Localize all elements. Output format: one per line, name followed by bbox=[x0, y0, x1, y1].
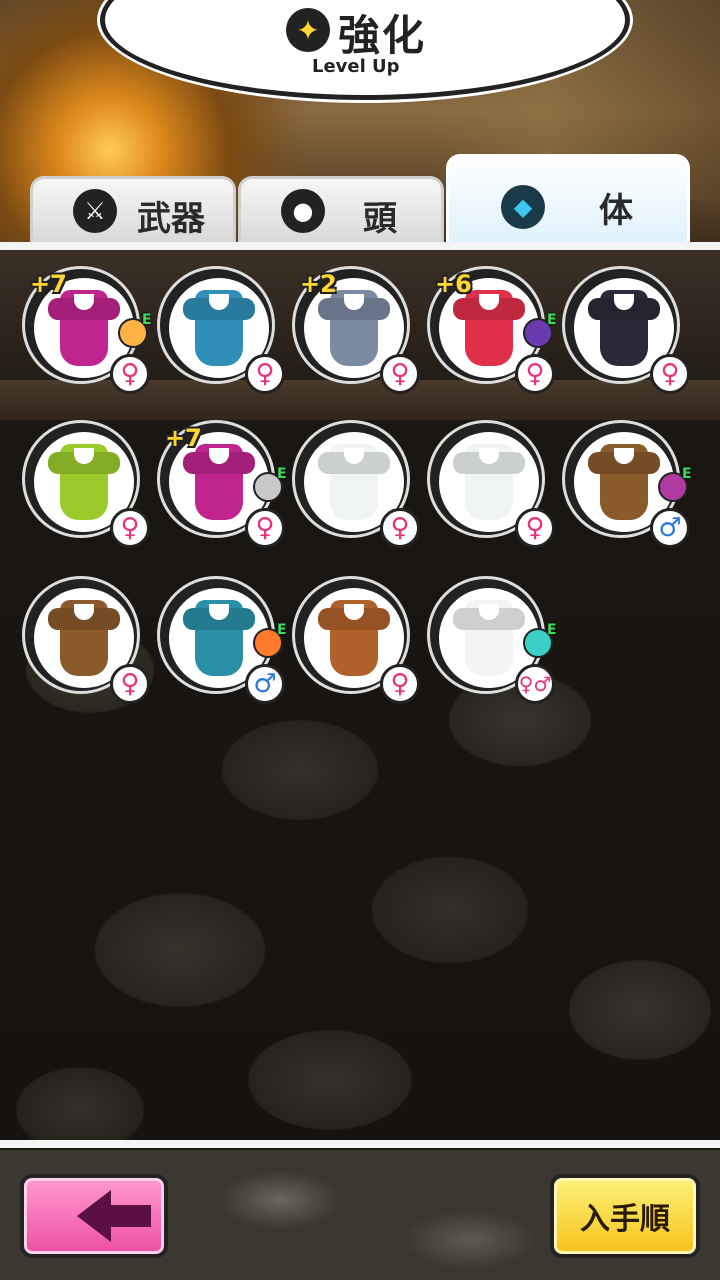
tab-weapon[interactable]: ⚔ 武器 bbox=[30, 176, 236, 242]
page-title: 強化 bbox=[338, 11, 427, 60]
plus-level-badge: +2 bbox=[300, 270, 337, 298]
equipped-mark: E bbox=[277, 622, 287, 638]
outfit-icon bbox=[195, 444, 243, 520]
equipment-item[interactable]: +7 E ♀ bbox=[157, 420, 287, 548]
outfit-icon bbox=[195, 290, 243, 366]
equipment-item[interactable]: ♀ bbox=[427, 420, 555, 548]
plus-level-badge: +7 bbox=[165, 424, 202, 452]
female-icon: ♀ bbox=[380, 664, 420, 704]
body-icon: ◆ bbox=[501, 185, 545, 229]
equipment-item[interactable]: ♀ bbox=[22, 420, 150, 548]
outfit-icon bbox=[600, 290, 648, 366]
outfit-icon bbox=[195, 600, 243, 676]
equipped-mark: E bbox=[277, 466, 287, 482]
outfit-icon bbox=[330, 290, 378, 366]
divider-bottom bbox=[0, 1140, 720, 1148]
female-icon: ♀ bbox=[245, 354, 285, 394]
equipped-mark: E bbox=[682, 466, 692, 482]
equipment-item[interactable]: ♀ bbox=[157, 266, 285, 394]
plus-level-badge: +6 bbox=[435, 270, 472, 298]
female-icon: ♀ bbox=[515, 508, 555, 548]
male-icon: ♂ bbox=[245, 664, 285, 704]
back-button[interactable] bbox=[20, 1174, 168, 1258]
back-arrow-icon bbox=[77, 1190, 151, 1242]
equipped-mark: E bbox=[547, 622, 557, 638]
tab-head[interactable]: ● 頭 bbox=[238, 176, 444, 242]
outfit-icon bbox=[60, 600, 108, 676]
unisex-icon: ♀♂ bbox=[515, 664, 555, 704]
sort-button[interactable]: 入手順 bbox=[550, 1174, 700, 1258]
equipment-item[interactable]: E ♀♂ bbox=[427, 576, 557, 704]
divider-top bbox=[0, 242, 720, 250]
tab-body-label: 体 bbox=[599, 191, 633, 231]
outfit-icon bbox=[330, 444, 378, 520]
outfit-icon bbox=[465, 600, 513, 676]
male-icon: ♂ bbox=[650, 508, 690, 548]
tab-head-label: 頭 bbox=[363, 199, 397, 239]
sparkle-icon: ✦ bbox=[286, 8, 330, 52]
equipment-item[interactable]: ♀ bbox=[22, 576, 150, 704]
tab-weapon-label: 武器 bbox=[137, 199, 205, 239]
page-subtitle: Level Up bbox=[312, 56, 400, 77]
equipment-item[interactable]: ♀ bbox=[292, 576, 420, 704]
female-icon: ♀ bbox=[110, 354, 150, 394]
sword-icon: ⚔ bbox=[73, 189, 117, 233]
female-icon: ♀ bbox=[380, 354, 420, 394]
female-icon: ♀ bbox=[245, 508, 285, 548]
female-icon: ♀ bbox=[650, 354, 690, 394]
equipment-item[interactable]: ♀ bbox=[292, 420, 420, 548]
female-icon: ♀ bbox=[380, 508, 420, 548]
outfit-icon bbox=[330, 600, 378, 676]
equipped-mark: E bbox=[547, 312, 557, 328]
plus-level-badge: +7 bbox=[30, 270, 67, 298]
equipment-item[interactable]: +6 E ♀ bbox=[427, 266, 557, 394]
outfit-icon bbox=[60, 444, 108, 520]
female-icon: ♀ bbox=[515, 354, 555, 394]
equipment-item[interactable]: E ♂ bbox=[562, 420, 692, 548]
female-icon: ♀ bbox=[110, 508, 150, 548]
equipment-item[interactable]: ♀ bbox=[562, 266, 690, 394]
outfit-icon bbox=[60, 290, 108, 366]
equipment-item[interactable]: +7 E ♀ bbox=[22, 266, 152, 394]
equipment-item[interactable]: +2 ♀ bbox=[292, 266, 420, 394]
outfit-icon bbox=[465, 290, 513, 366]
equipment-item[interactable]: E ♂ bbox=[157, 576, 287, 704]
outfit-icon bbox=[600, 444, 648, 520]
head-icon: ● bbox=[281, 189, 325, 233]
tab-body[interactable]: ◆ 体 bbox=[446, 154, 690, 242]
female-icon: ♀ bbox=[110, 664, 150, 704]
equipped-mark: E bbox=[142, 312, 152, 328]
outfit-icon bbox=[465, 444, 513, 520]
